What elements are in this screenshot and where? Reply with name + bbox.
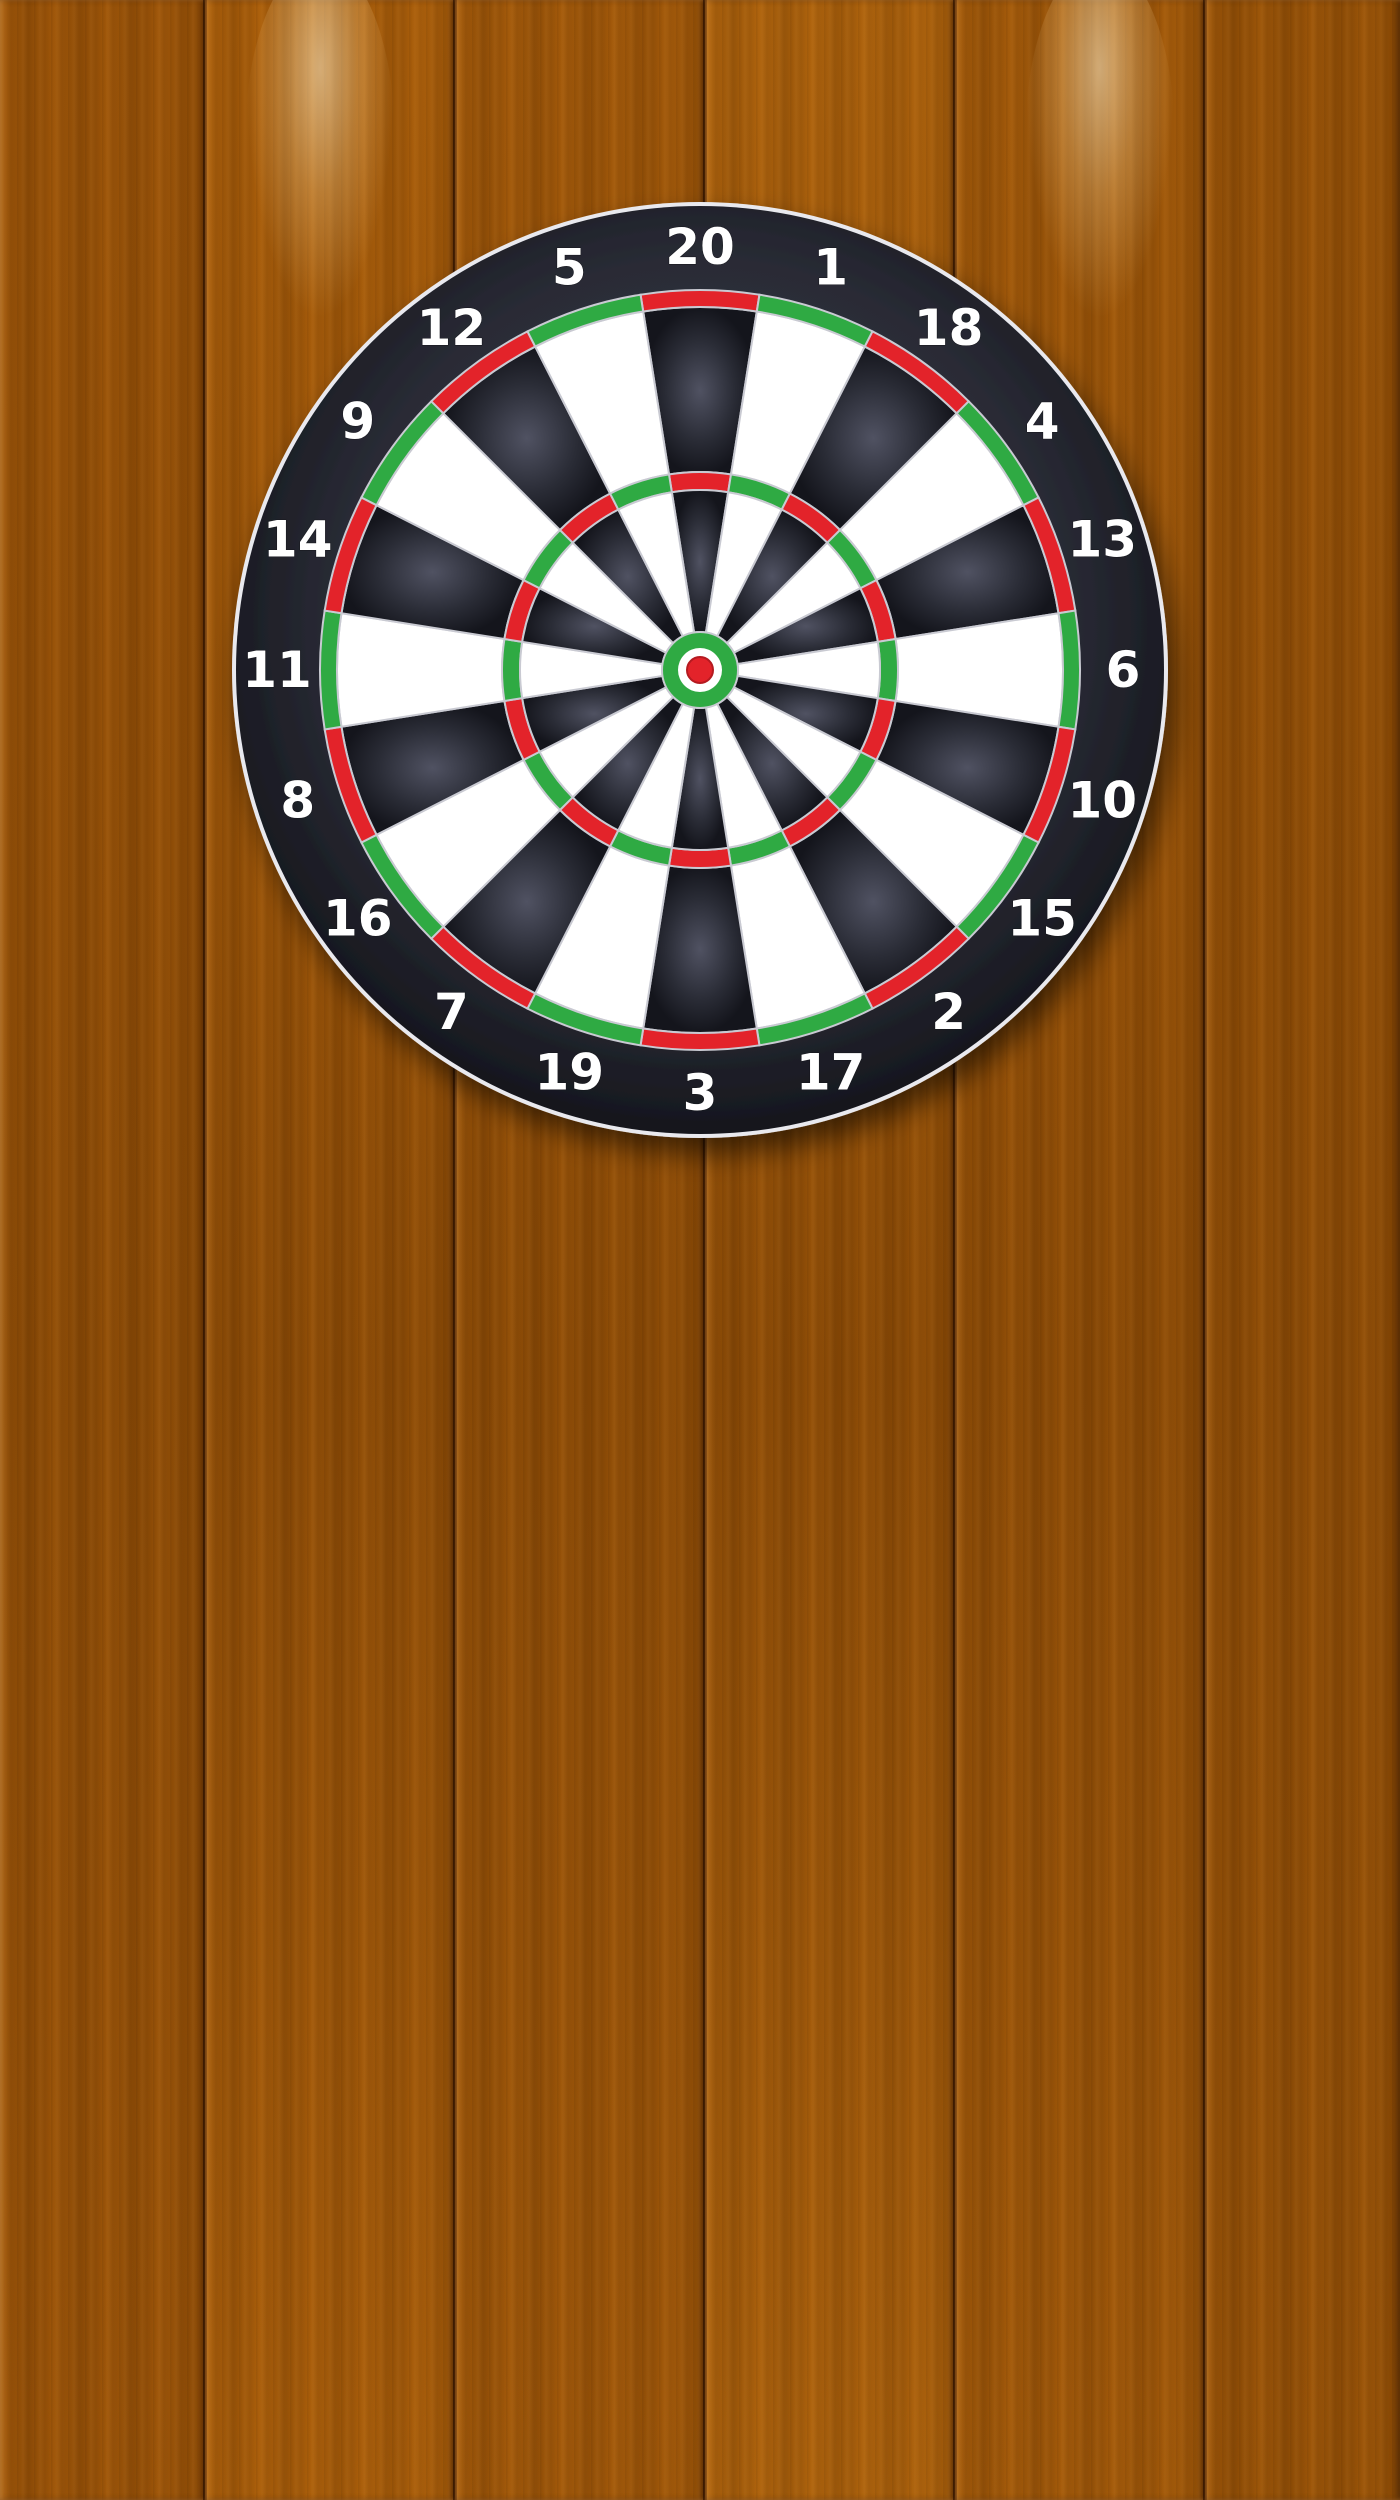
board-number-17: 17: [796, 1043, 866, 1101]
board-number-13: 13: [1068, 510, 1138, 568]
board-number-12: 12: [417, 299, 487, 357]
bullseye-icon[interactable]: [661, 631, 739, 709]
board-number-5: 5: [552, 239, 587, 297]
board-number-6: 6: [1106, 641, 1141, 699]
board-number-11: 11: [242, 641, 312, 699]
board-number-20: 20: [665, 218, 735, 276]
bullseye-center[interactable]: [686, 656, 714, 684]
wood-plank: [1205, 0, 1400, 2500]
board-number-1: 1: [813, 239, 848, 297]
board-number-15: 15: [1007, 890, 1077, 948]
game-scene: 20 1 18 4 13 6 10 15 2 17 3 19 7 16 8 11 14 9 12 5: [0, 0, 1400, 2500]
wood-plank: [0, 0, 205, 2500]
board-number-18: 18: [914, 299, 984, 357]
board-number-10: 10: [1068, 772, 1138, 830]
dartboard-icon[interactable]: 20 1 18 4 13 6 10 15 2 17 3 19 7 16 8 11 14 9 12 5: [230, 195, 1170, 1145]
board-number-3: 3: [683, 1064, 718, 1122]
dartboard[interactable]: 20 1 18 4 13 6 10 15 2 17 3 19 7 16 8 11 14 9 12 5: [230, 195, 1170, 1145]
board-number-4: 4: [1025, 392, 1060, 450]
board-number-9: 9: [340, 392, 375, 450]
board-number-7: 7: [434, 983, 469, 1041]
board-number-19: 19: [535, 1043, 605, 1101]
board-number-16: 16: [323, 890, 393, 948]
board-number-2: 2: [931, 983, 966, 1041]
board-number-8: 8: [280, 772, 315, 830]
board-number-14: 14: [263, 510, 333, 568]
plank-seam: [1203, 0, 1207, 2500]
plank-seam: [203, 0, 207, 2500]
